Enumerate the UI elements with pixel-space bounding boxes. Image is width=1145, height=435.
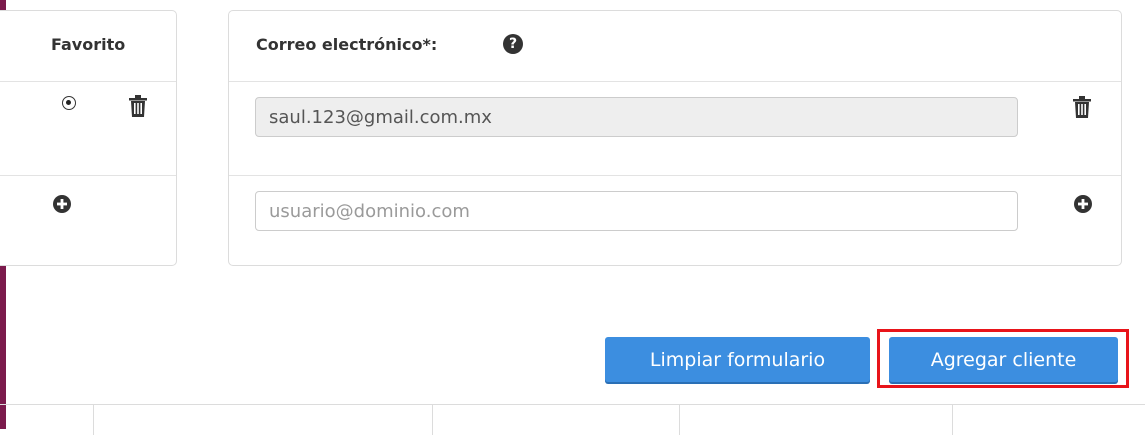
delete-email-trash-icon[interactable] <box>1073 96 1091 118</box>
table-column-divider <box>432 405 433 435</box>
phone-panel-header: Favorito <box>0 11 176 82</box>
email-label: Correo electrónico*: <box>256 35 438 54</box>
delete-phone-trash-icon[interactable] <box>129 95 147 117</box>
email-panel-header: Correo electrónico*: ? <box>229 11 1121 82</box>
table-column-divider <box>93 405 94 435</box>
add-email-plus-icon[interactable] <box>1074 195 1092 213</box>
phone-panel: Favorito <box>0 10 177 266</box>
favorite-radio[interactable] <box>62 96 76 110</box>
email-panel: Correo electrónico*: ? <box>228 10 1122 266</box>
favorite-column-header: Favorito <box>51 35 126 54</box>
phone-row <box>0 82 176 176</box>
email-field-existing <box>255 97 1018 137</box>
table-header-fragment <box>0 404 1145 435</box>
add-phone-plus-icon[interactable] <box>53 195 71 213</box>
table-column-divider <box>679 405 680 435</box>
table-column-divider <box>952 405 953 435</box>
highlight-box <box>877 329 1129 388</box>
help-icon[interactable]: ? <box>503 34 523 54</box>
clear-form-button[interactable]: Limpiar formulario <box>605 337 870 382</box>
email-field-new[interactable] <box>255 191 1018 231</box>
